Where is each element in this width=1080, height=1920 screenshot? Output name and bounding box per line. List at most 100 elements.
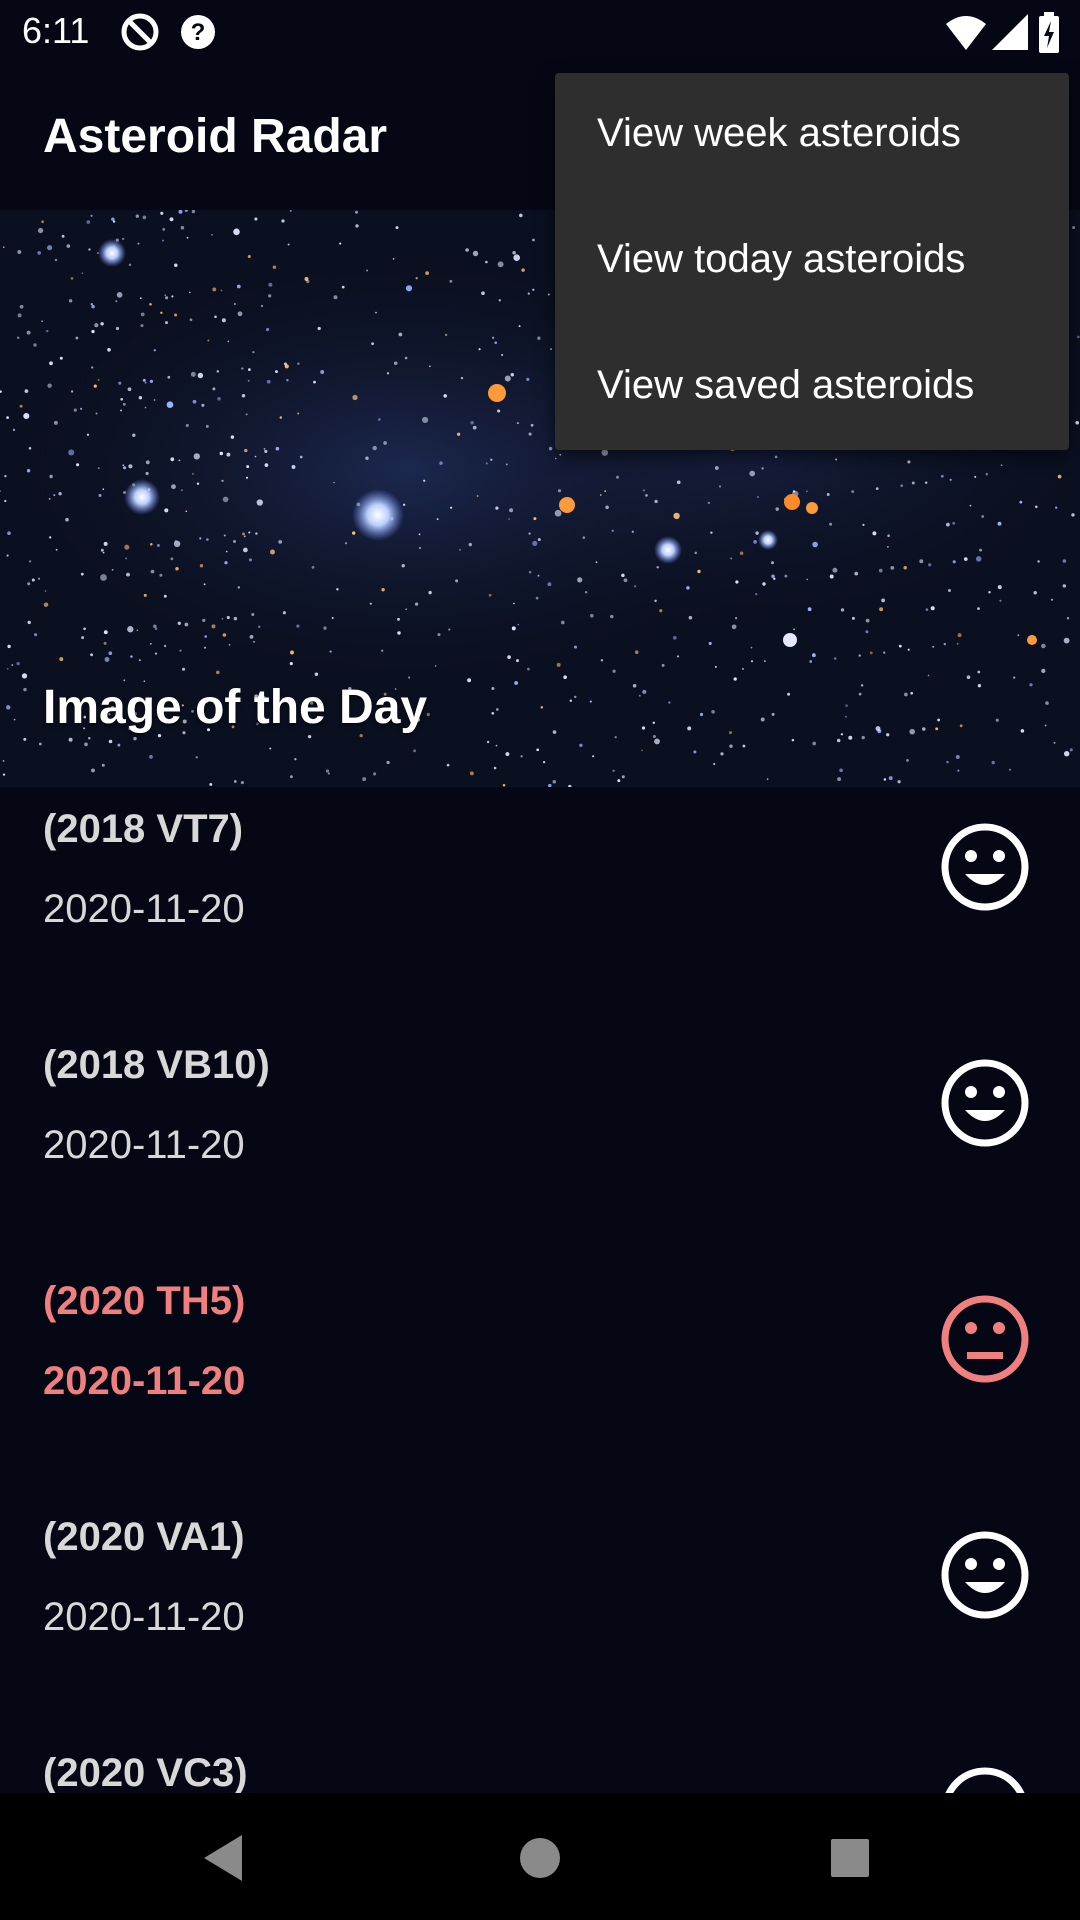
star bbox=[470, 420, 474, 425]
star bbox=[6, 705, 11, 710]
star bbox=[869, 651, 873, 655]
star bbox=[165, 296, 169, 300]
star bbox=[750, 646, 753, 649]
star bbox=[195, 756, 198, 759]
star bbox=[1075, 421, 1079, 425]
star bbox=[248, 368, 251, 371]
star bbox=[1050, 598, 1054, 601]
asteroid-row[interactable]: (2018 VT7) 2020-11-20 bbox=[0, 787, 1080, 1023]
star bbox=[858, 692, 862, 696]
star bbox=[221, 318, 226, 323]
asteroid-date: 2020-11-20 bbox=[43, 1123, 245, 1167]
star bbox=[177, 621, 181, 625]
star bbox=[925, 608, 929, 611]
menu-item-view-week[interactable]: View week asteroids bbox=[597, 111, 961, 156]
star bbox=[605, 505, 609, 510]
star bbox=[23, 737, 27, 741]
star bbox=[661, 663, 665, 667]
star bbox=[956, 642, 959, 645]
star bbox=[323, 626, 327, 630]
star bbox=[927, 674, 930, 677]
star bbox=[174, 313, 178, 317]
star bbox=[2, 773, 6, 776]
star bbox=[381, 588, 385, 592]
star bbox=[397, 617, 400, 621]
star bbox=[999, 599, 1002, 602]
star bbox=[429, 365, 431, 368]
asteroid-row[interactable]: (2020 VC3) bbox=[0, 1731, 1080, 1793]
star bbox=[425, 271, 429, 275]
menu-item-view-today[interactable]: View today asteroids bbox=[597, 237, 965, 282]
do-not-disturb-icon bbox=[120, 12, 160, 57]
star bbox=[422, 416, 429, 423]
star bbox=[170, 457, 175, 462]
star bbox=[286, 378, 289, 382]
star bbox=[592, 755, 595, 758]
star bbox=[718, 485, 722, 488]
asteroid-row[interactable]: (2018 VB10) 2020-11-20 bbox=[0, 1023, 1080, 1259]
star bbox=[137, 242, 140, 245]
star bbox=[21, 673, 28, 679]
star bbox=[735, 580, 739, 584]
back-icon[interactable] bbox=[190, 1823, 260, 1893]
star bbox=[481, 291, 485, 296]
menu-item-view-saved[interactable]: View saved asteroids bbox=[597, 363, 974, 408]
star bbox=[756, 495, 759, 499]
star bbox=[851, 490, 855, 493]
star bbox=[858, 654, 861, 657]
star bbox=[371, 342, 374, 346]
star bbox=[76, 463, 80, 467]
star bbox=[981, 515, 985, 518]
star bbox=[182, 667, 186, 671]
star bbox=[95, 412, 98, 415]
star bbox=[185, 510, 188, 513]
star bbox=[521, 268, 525, 272]
star bbox=[638, 694, 641, 697]
star bbox=[211, 234, 213, 236]
star bbox=[590, 613, 594, 618]
star bbox=[173, 540, 181, 548]
star bbox=[163, 644, 167, 648]
star bbox=[261, 305, 263, 307]
star bbox=[333, 481, 335, 484]
star bbox=[386, 372, 390, 375]
star bbox=[369, 602, 372, 605]
star bbox=[601, 449, 609, 456]
star bbox=[130, 655, 133, 658]
star bbox=[741, 667, 745, 670]
star bbox=[16, 661, 20, 666]
star bbox=[223, 534, 226, 537]
star bbox=[70, 277, 74, 280]
star bbox=[511, 626, 516, 631]
star bbox=[331, 616, 334, 620]
star bbox=[233, 303, 236, 305]
star bbox=[641, 749, 643, 752]
star bbox=[19, 404, 23, 408]
star bbox=[197, 372, 204, 379]
star bbox=[739, 551, 744, 556]
star bbox=[139, 659, 141, 661]
star bbox=[233, 540, 236, 543]
star bbox=[242, 532, 245, 536]
star bbox=[861, 735, 865, 740]
star bbox=[554, 509, 562, 517]
star bbox=[281, 219, 285, 223]
star bbox=[610, 614, 614, 619]
star bbox=[314, 672, 319, 677]
star bbox=[688, 615, 693, 620]
home-icon[interactable] bbox=[505, 1823, 575, 1893]
asteroid-row[interactable]: (2020 VA1) 2020-11-20 bbox=[0, 1495, 1080, 1731]
star bbox=[771, 574, 775, 579]
star bbox=[807, 607, 812, 612]
asteroid-list[interactable]: (2018 VT7) 2020-11-20 (2018 VB10) 2020-1… bbox=[0, 787, 1080, 1793]
star bbox=[764, 660, 766, 662]
asteroid-row-hazardous[interactable]: (2020 TH5) 2020-11-20 bbox=[0, 1259, 1080, 1495]
star bbox=[699, 712, 704, 717]
star bbox=[178, 459, 181, 462]
star bbox=[1062, 584, 1067, 588]
recents-icon[interactable] bbox=[815, 1823, 885, 1893]
star bbox=[833, 657, 837, 660]
star bbox=[247, 254, 251, 259]
star bbox=[236, 284, 241, 289]
star bbox=[404, 356, 408, 360]
